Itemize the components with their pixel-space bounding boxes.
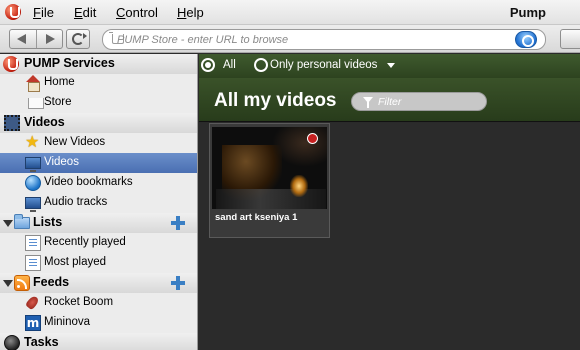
section-label: Feeds — [33, 275, 70, 289]
section-tasks[interactable]: Tasks — [0, 333, 197, 350]
sidebar-item-label: Home — [44, 76, 75, 88]
sidebar-item-videos[interactable]: Videos — [0, 153, 197, 173]
video-title: sand art kseniya 1 — [215, 212, 298, 223]
section-label: Tasks — [24, 335, 59, 349]
disclosure-triangle-icon[interactable] — [3, 280, 13, 287]
sidebar-item-label: Store — [44, 96, 72, 108]
reload-button[interactable] — [66, 29, 90, 49]
toolbar-extra-button[interactable] — [560, 29, 580, 49]
sidebar-item-new-videos[interactable]: New Videos — [0, 132, 197, 153]
view-filter-bar: All Only personal videos — [199, 54, 580, 78]
menu-edit[interactable]: Edit — [74, 5, 96, 20]
video-grid: sand art kseniya 1 — [199, 123, 580, 350]
title-bar: All my videos — [199, 78, 580, 122]
rocket-icon — [25, 295, 41, 311]
sidebar-item-most-played[interactable]: Most played — [0, 253, 197, 273]
sidebar-item-label: Videos — [44, 156, 79, 168]
sidebar-item-video-bookmarks[interactable]: Video bookmarks — [0, 173, 197, 193]
filter-all-label[interactable]: All — [223, 59, 236, 71]
app-title: Pump — [509, 5, 546, 20]
go-globe-icon[interactable] — [515, 31, 537, 48]
video-card[interactable]: sand art kseniya 1 — [209, 123, 330, 238]
pump-logo-icon — [3, 56, 19, 72]
filter-all-radio[interactable] — [201, 58, 215, 72]
sidebar-item-mininova[interactable]: m Mininova — [0, 313, 197, 333]
reload-icon — [72, 33, 87, 45]
disclosure-triangle-icon[interactable] — [3, 220, 13, 227]
sidebar-item-label: Most played — [44, 256, 107, 268]
thumbnail-candle — [290, 175, 308, 197]
sidebar-item-label: Rocket Boom — [44, 296, 114, 308]
film-icon — [4, 115, 20, 131]
sidebar-item-label: Recently played — [44, 236, 126, 248]
nav-buttons — [9, 29, 63, 49]
menu-file[interactable]: File — [33, 5, 54, 20]
sidebar-item-label: Video bookmarks — [44, 176, 133, 188]
section-lists[interactable]: Lists — [0, 213, 197, 233]
section-pump-services[interactable]: PUMP Services — [0, 54, 197, 74]
sidebar-item-label: New Videos — [44, 136, 106, 148]
menu-control[interactable]: Control — [116, 5, 158, 20]
sidebar-item-recently-played[interactable]: Recently played — [0, 233, 197, 253]
channel-logo-icon — [307, 133, 318, 144]
store-cart-icon — [28, 98, 44, 109]
filter-box — [351, 92, 487, 111]
tasks-icon — [4, 335, 20, 350]
sidebar: PUMP Services Home Store Videos New Vide… — [0, 54, 198, 350]
sidebar-item-label: Audio tracks — [44, 196, 108, 208]
chevron-down-icon[interactable] — [387, 63, 395, 68]
mininova-icon: m — [25, 315, 41, 331]
section-label: Videos — [24, 115, 65, 129]
pump-logo-icon — [5, 4, 21, 20]
filter-personal-label[interactable]: Only personal videos — [270, 59, 377, 71]
main-panel: All Only personal videos All my videos s… — [199, 54, 580, 350]
globe-icon — [25, 175, 41, 191]
playlist-icon — [25, 255, 41, 271]
section-label: Lists — [33, 215, 63, 229]
nav-divider — [36, 30, 37, 48]
section-label: PUMP Services — [24, 56, 115, 70]
monitor-icon — [25, 197, 41, 212]
toolbar — [0, 25, 580, 53]
section-videos[interactable]: Videos — [0, 113, 197, 133]
filter-input[interactable] — [378, 95, 478, 108]
back-arrow-icon[interactable] — [17, 34, 26, 44]
url-bar — [102, 29, 546, 50]
add-feed-button[interactable] — [171, 276, 185, 290]
sidebar-item-label: Mininova — [44, 316, 91, 328]
section-feeds[interactable]: Feeds — [0, 273, 197, 293]
filter-personal-radio[interactable] — [254, 58, 268, 72]
menu-bar: File Edit Control Help Pump — [0, 0, 580, 25]
monitor-icon — [25, 157, 41, 172]
folder-icon — [14, 214, 30, 229]
home-icon — [25, 75, 41, 92]
add-list-button[interactable] — [171, 216, 185, 230]
funnel-icon — [363, 97, 373, 108]
rss-icon — [14, 275, 30, 291]
sidebar-item-store[interactable]: Store — [0, 93, 197, 113]
star-icon — [25, 132, 41, 151]
menu-help[interactable]: Help — [177, 5, 204, 20]
forward-arrow-icon[interactable] — [46, 34, 55, 44]
video-thumbnail[interactable] — [212, 127, 327, 209]
thumbnail-floor — [216, 189, 326, 209]
sidebar-item-audio-tracks[interactable]: Audio tracks — [0, 193, 197, 213]
playlist-icon — [25, 235, 41, 251]
url-input[interactable] — [117, 32, 507, 47]
sidebar-item-home[interactable]: Home — [0, 73, 197, 93]
page-title: All my videos — [214, 90, 337, 111]
sidebar-item-rocket-boom[interactable]: Rocket Boom — [0, 293, 197, 313]
